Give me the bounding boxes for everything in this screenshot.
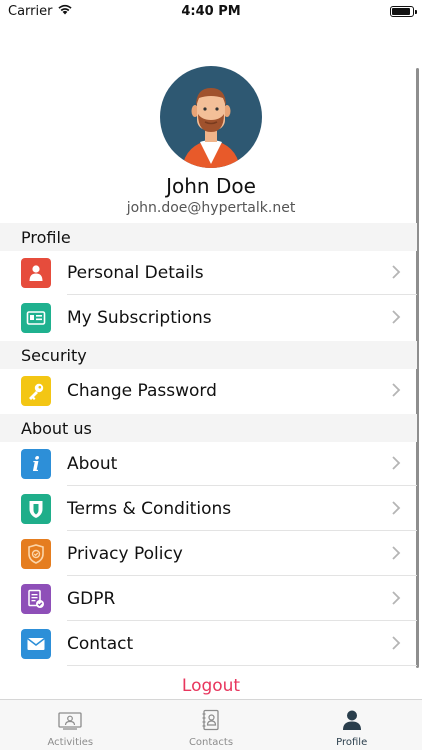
logout-button[interactable]: Logout — [0, 676, 422, 696]
tab-label: Profile — [336, 737, 368, 748]
status-bar: Carrier 4:40 PM — [0, 0, 422, 22]
profile-person-icon — [342, 710, 361, 730]
chevron-right-icon — [392, 456, 401, 470]
tab-contacts[interactable]: Contacts — [141, 700, 282, 750]
row-gdpr[interactable]: GDPR — [0, 577, 417, 621]
tab-label: Activities — [47, 737, 94, 748]
row-contact[interactable]: Contact — [0, 622, 417, 666]
id-card-icon — [21, 303, 51, 333]
user-name: John Doe — [166, 174, 256, 198]
section-header-profile: Profile — [0, 223, 417, 251]
chevron-right-icon — [392, 310, 401, 324]
row-label: About — [67, 454, 118, 474]
avatar — [160, 66, 262, 168]
divider — [67, 485, 417, 486]
row-label: Personal Details — [67, 263, 204, 283]
tab-profile[interactable]: Profile — [281, 700, 422, 750]
chevron-right-icon — [392, 265, 401, 279]
row-my-subscriptions[interactable]: My Subscriptions — [0, 296, 417, 340]
chevron-right-icon — [392, 501, 401, 515]
tab-activities[interactable]: Activities — [0, 700, 141, 750]
divider — [67, 620, 417, 621]
divider — [67, 294, 417, 295]
status-time: 4:40 PM — [181, 3, 241, 19]
divider — [67, 575, 417, 576]
section-header-about: About us — [0, 414, 417, 442]
row-label: Privacy Policy — [67, 544, 183, 564]
shield-check-icon — [21, 539, 51, 569]
person-icon — [21, 258, 51, 288]
section-header-security: Security — [0, 341, 417, 369]
chevron-right-icon — [392, 636, 401, 650]
tab-bar: Activities Contacts Profile — [0, 699, 422, 750]
divider — [67, 665, 417, 666]
row-privacy-policy[interactable]: Privacy Policy — [0, 532, 417, 576]
row-label: GDPR — [67, 589, 116, 609]
row-label: Change Password — [67, 381, 217, 401]
row-about[interactable]: i About — [0, 442, 417, 486]
row-terms[interactable]: Terms & Conditions — [0, 487, 417, 531]
chevron-right-icon — [392, 383, 401, 397]
user-email: john.doe@hypertalk.net — [126, 200, 296, 216]
row-personal-details[interactable]: Personal Details — [0, 251, 417, 295]
document-check-icon — [21, 584, 51, 614]
battery-icon — [390, 5, 417, 17]
tab-label: Contacts — [188, 737, 234, 748]
row-label: Terms & Conditions — [67, 499, 232, 519]
info-icon: i — [21, 449, 51, 479]
row-label: My Subscriptions — [67, 308, 212, 328]
shield-icon — [21, 494, 51, 524]
activities-icon — [58, 712, 82, 730]
row-change-password[interactable]: Change Password — [0, 369, 417, 413]
key-icon — [21, 376, 51, 406]
row-label: Contact — [67, 634, 134, 654]
envelope-icon — [21, 629, 51, 659]
chevron-right-icon — [392, 591, 401, 605]
divider — [67, 530, 417, 531]
chevron-right-icon — [392, 546, 401, 560]
contacts-book-icon — [202, 709, 219, 731]
man-avatar-icon — [182, 88, 240, 168]
